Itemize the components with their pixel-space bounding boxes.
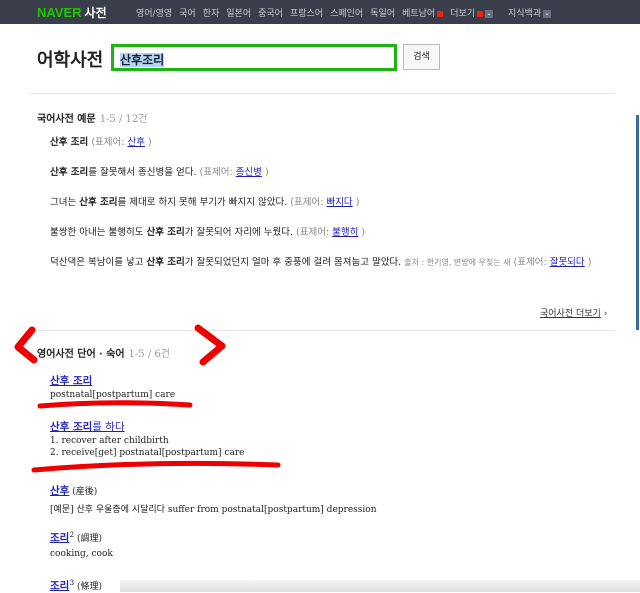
naver-dictionary-logo[interactable]: NAVER 사전 (37, 4, 107, 21)
entry: 산후 조리를 하다 1. recover after childbirth 2. r… (50, 421, 245, 458)
headword-link[interactable]: 잘못되다 (550, 257, 585, 268)
chevron-right-icon: › (603, 309, 608, 319)
side-border (636, 115, 639, 330)
label: 더보기 (450, 9, 476, 19)
chevron-down-icon[interactable]: ⌄ (543, 9, 552, 18)
entry-link[interactable]: 조리 (50, 532, 69, 544)
new-badge-icon (477, 10, 484, 17)
page-title: 어학사전 (37, 50, 104, 71)
entry: 산후 조리 postnatal[postpartum] care (50, 375, 176, 400)
headword-link[interactable]: 불행히 (332, 227, 358, 238)
entry-link[interactable]: 조리 (50, 580, 69, 592)
example-item: 그녀는 산후 조리를 제대로 하지 못해 부기가 빠지지 않았다. (표제어: … (50, 197, 360, 208)
search-query-text: 산후조리 (120, 53, 165, 67)
label: 베트남어 (402, 9, 436, 19)
entry-link[interactable]: 산후 조리 (50, 375, 92, 387)
chevron-down-icon[interactable]: ⌄ (485, 9, 494, 18)
nav-menu: 영어/영영 국어 한자 일본어 중국어 프랑스어 스페인어 독일어 베트남어 더… (136, 6, 552, 19)
korean-examples-heading: 국어사전 예문 1-5 / 12건 (37, 114, 148, 125)
entry: 조리2 (調理) cooking, cook (50, 530, 113, 559)
more-link-text[interactable]: 국어사전 더보기 (540, 309, 601, 319)
right-bracket-mark (194, 324, 226, 366)
nav-item-french[interactable]: 프랑스어 (290, 6, 323, 19)
new-badge-icon (437, 10, 444, 17)
divider (30, 93, 615, 94)
divider (30, 330, 615, 331)
source: 출처 : 현기영, 변방에 우짖는 새 (404, 258, 511, 267)
nav-item-spanish[interactable]: 스페인어 (330, 6, 363, 19)
label: 지식백과 (508, 9, 542, 19)
english-words-heading: 영어사전 단어 · 숙어 1-5 / 6건 (37, 349, 170, 360)
example-item: 산후 조리를 잘못해서 종신병을 얻다. (표제어: 종신병 ) (50, 167, 269, 178)
nav-item-chinese[interactable]: 중국어 (258, 6, 283, 19)
nav-item-hanja[interactable]: 한자 (203, 6, 220, 19)
nav-item-korean[interactable]: 국어 (179, 6, 196, 19)
underline-mark (31, 460, 281, 473)
result-count: 1-5 / 12건 (99, 114, 148, 125)
nav-item-encyclopedia[interactable]: 지식백과 ⌄ (508, 6, 552, 19)
entry: 조리3 (條理) (50, 578, 103, 592)
headword-link[interactable]: 빠지다 (326, 197, 352, 208)
nav-item-vietnamese[interactable]: 베트남어 (402, 6, 444, 19)
underline-mark (37, 400, 193, 409)
nav-item-more[interactable]: 더보기 ⌄ (450, 6, 494, 19)
search-button[interactable]: 검색 (403, 44, 440, 70)
headword-link[interactable]: 산후 (127, 137, 144, 148)
left-bracket-mark (14, 326, 38, 364)
example-item: 덕산댁은 복남이를 낳고 산후 조리가 잘못되었던지 얼마 후 중풍에 걸려 몸… (50, 257, 592, 268)
nav-item-japanese[interactable]: 일본어 (226, 6, 251, 19)
korean-more-link[interactable]: 국어사전 더보기 › (540, 306, 607, 319)
example-item: 불쌍한 아내는 불행히도 산후 조리가 잘못되어 자리에 누웠다. (표제어: … (50, 227, 366, 238)
bottom-shadow (120, 580, 640, 592)
nav-item-english[interactable]: 영어/영영 (136, 6, 172, 19)
entry-link[interactable]: 산후 조리를 하다 (50, 421, 125, 433)
nav-item-german[interactable]: 독일어 (370, 6, 395, 19)
result-count: 1-5 / 6건 (128, 349, 170, 360)
headword-link[interactable]: 종신병 (236, 167, 262, 178)
top-nav: NAVER 사전 영어/영영 국어 한자 일본어 중국어 프랑스어 스페인어 독일… (0, 0, 640, 24)
entry: 산후 (産後) [예문] 산후 우울증에 시달리다 suffer from pos… (50, 485, 377, 515)
entry-link[interactable]: 산후 (50, 485, 69, 497)
example-item: 산후 조리 (표제어: 산후 ) (50, 137, 152, 148)
search-input[interactable]: 산후조리 (111, 44, 397, 71)
